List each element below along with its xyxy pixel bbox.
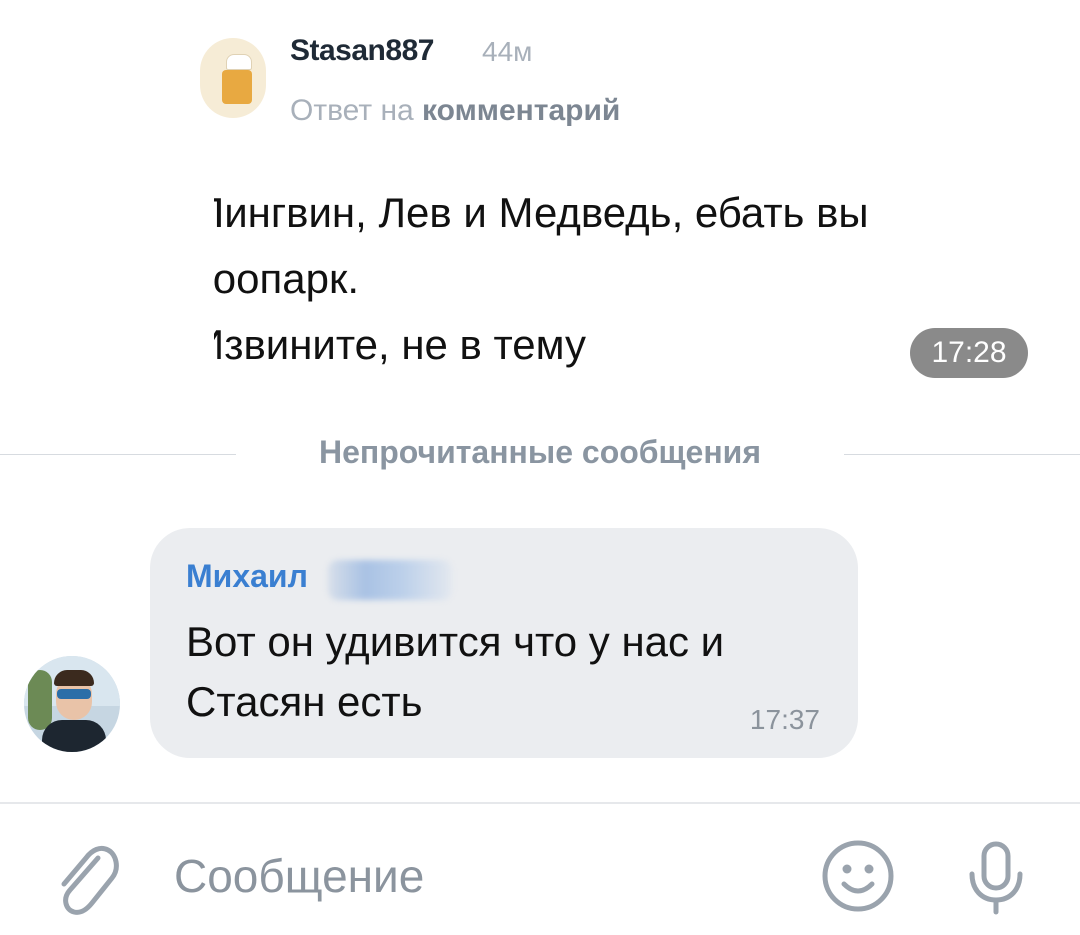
avatar-shirt: [42, 720, 106, 752]
comment-author[interactable]: Stasan887: [290, 34, 434, 68]
unread-divider-label: Непрочитанные сообщения: [318, 434, 762, 470]
paperclip-icon[interactable]: [52, 840, 122, 920]
sender-avatar[interactable]: [24, 656, 120, 752]
blurred-surname: [328, 560, 452, 600]
avatar-tree: [28, 670, 52, 730]
avatar-sunglasses: [57, 689, 91, 699]
message-timestamp: 17:37: [749, 704, 820, 735]
message-input[interactable]: [172, 848, 696, 904]
avatar-hair: [54, 670, 94, 686]
divider-line-left: [0, 454, 236, 455]
message-sender-name[interactable]: Михаил: [186, 558, 308, 595]
reply-prefix: Ответ на: [290, 94, 414, 127]
message-bubble[interactable]: Михаил Вот он удивится что у нас и Стася…: [150, 528, 858, 758]
comment-text: Пингвин, Лев и Медведь, ебать вы зоопарк…: [214, 180, 904, 378]
comment-time-ago: 44м: [482, 36, 533, 67]
commenter-avatar[interactable]: [200, 38, 266, 118]
comment-line: зоопарк.: [214, 255, 360, 302]
avatar-jar-shape: [222, 70, 252, 104]
comment-line: Пингвин, Лев и Медведь, ебать вы: [214, 189, 869, 236]
chat-screen: Stasan887 44м Ответ на комментарий Пингв…: [0, 0, 1080, 935]
microphone-icon[interactable]: [964, 838, 1028, 918]
reply-target-link[interactable]: комментарий: [422, 94, 620, 127]
message-text: Вот он удивится что у нас и Стасян есть: [186, 618, 725, 725]
comment-timestamp: 17:28: [910, 328, 1028, 378]
smiley-icon[interactable]: [820, 838, 896, 914]
comment-reply-line: Ответ на комментарий: [290, 94, 620, 128]
divider-line-right: [844, 454, 1080, 455]
composer-separator: [0, 802, 1080, 804]
comment-line: Извините, не в тему: [214, 321, 587, 368]
avatar-hat-shape: [226, 54, 252, 70]
